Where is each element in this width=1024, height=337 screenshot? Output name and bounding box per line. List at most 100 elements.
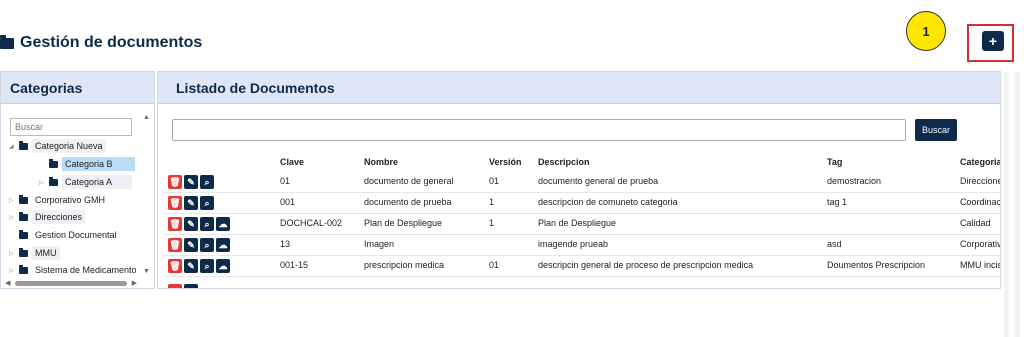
- delete-button[interactable]: 🗑: [168, 175, 182, 189]
- cell-nombre: documento de prueba: [364, 197, 452, 207]
- cell-descripcion: Plan de Despliegue: [538, 218, 617, 228]
- view-button[interactable]: ⌕: [200, 238, 214, 252]
- cell-categoria: Calidad: [960, 218, 991, 228]
- categories-header: Categorias: [1, 72, 154, 104]
- cell-categoria: Coordinaci: [960, 197, 1001, 207]
- tree-item-categoria-a[interactable]: ▷ Categoria A: [39, 174, 133, 190]
- delete-button[interactable]: 🗑: [168, 259, 182, 273]
- delete-button[interactable]: 🗑: [168, 196, 182, 210]
- add-document-button[interactable]: +: [982, 31, 1004, 51]
- cell-nombre: prescripcion medica: [364, 260, 445, 270]
- cell-tag: tag 1: [827, 197, 848, 207]
- expand-arrow-icon[interactable]: ▷: [9, 267, 19, 274]
- folder-icon: [19, 229, 28, 239]
- tree-item-gestion-documental[interactable]: Gestion Documental: [9, 227, 120, 243]
- cell-clave: 001: [280, 197, 296, 207]
- view-button[interactable]: ⌕: [200, 175, 214, 189]
- expand-arrow-icon[interactable]: ▷: [9, 214, 19, 221]
- cell-version: 01: [489, 260, 500, 270]
- edit-button[interactable]: ✎: [184, 238, 198, 252]
- edit-button[interactable]: ✎: [184, 217, 198, 231]
- row-actions: [168, 284, 198, 288]
- edit-button[interactable]: ✎: [184, 175, 198, 189]
- tree-item-sistema-de-medicamento[interactable]: ▷ Sistema de Medicamento: [9, 262, 140, 278]
- cell-categoria: Corporativ: [960, 239, 1001, 249]
- cell-version: 01: [489, 176, 500, 186]
- table-row[interactable]: 🗑 ✎ ⌕ 01 documento de general 01 documento gen…: [158, 172, 1001, 192]
- folder-icon: [19, 264, 28, 274]
- folder-icon: [19, 140, 28, 150]
- tree-item-categoria-nueva[interactable]: ◢ Categoria Nueva: [9, 138, 106, 154]
- expand-arrow-icon[interactable]: ▷: [9, 197, 19, 204]
- row-divider: [164, 276, 1000, 277]
- cell-categoria: Direccione: [960, 176, 1001, 186]
- cell-descripcion: descripcin general de proceso de prescri…: [538, 260, 754, 270]
- table-row[interactable]: 🗑 ✎ ⌕ ☁ DOCHCAL-002 Plan de Despliegue 1 Plan d…: [158, 214, 1000, 234]
- folder-icon: [19, 211, 28, 221]
- expand-arrow-icon[interactable]: ◢: [9, 143, 19, 150]
- cell-descripcion: descripcion de comuneto categoria: [538, 197, 678, 207]
- folder-icon: [0, 34, 14, 49]
- expand-arrow-icon[interactable]: ▷: [9, 250, 19, 257]
- folder-icon: [49, 158, 58, 168]
- tree-vertical-scrollbar[interactable]: ▲ ▼: [142, 112, 152, 277]
- row-actions: 🗑 ✎ ⌕: [168, 196, 214, 210]
- documents-panel: Listado de Documentos Buscar Clave Nombr…: [157, 71, 1001, 289]
- cell-tag: Doumentos Prescripcion: [827, 260, 926, 270]
- search-button[interactable]: Buscar: [915, 119, 957, 141]
- row-actions: 🗑 ✎ ⌕ ☁: [168, 217, 230, 231]
- row-actions: 🗑 ✎ ⌕ ☁: [168, 259, 230, 273]
- cell-categoria: MMU incis: [960, 260, 1001, 270]
- page-vertical-scrollbar[interactable]: [1004, 72, 1020, 337]
- edit-button[interactable]: [184, 284, 198, 288]
- cell-clave: 001-15: [280, 260, 309, 270]
- tree-item-mmu[interactable]: ▷ MMU: [9, 245, 60, 261]
- upload-button[interactable]: ☁: [216, 259, 230, 273]
- view-button[interactable]: ⌕: [200, 196, 214, 210]
- column-header-version[interactable]: Versión: [489, 157, 522, 167]
- view-button[interactable]: ⌕: [200, 259, 214, 273]
- folder-icon: [19, 247, 28, 257]
- upload-button[interactable]: ☁: [216, 238, 230, 252]
- tree-item-corporativo-gmh[interactable]: ▷ Corporativo GMH: [9, 192, 108, 208]
- cell-version: 1: [489, 197, 495, 207]
- column-header-nombre[interactable]: Nombre: [364, 157, 398, 167]
- delete-button[interactable]: [168, 284, 182, 288]
- cell-descripcion: imagende prueab: [538, 239, 609, 249]
- cell-clave: DOCHCAL-002: [280, 218, 343, 228]
- table-row[interactable]: 🗑 ✎ ⌕ ☁ 13 Imagen imagende prueab asd Corporativ: [158, 235, 1001, 255]
- upload-button[interactable]: ☁: [216, 217, 230, 231]
- page-header: Gestión de documentos: [0, 30, 202, 56]
- cell-nombre: Imagen: [364, 239, 395, 249]
- categories-panel: Categorias ▲▼ ◢ Categoria Nueva Categori…: [0, 71, 155, 289]
- cell-clave: 01: [280, 176, 291, 186]
- cell-version: 1: [489, 218, 495, 228]
- cell-clave: 13: [280, 239, 291, 249]
- cell-tag: demostracion: [827, 176, 882, 186]
- tree-item-direcciones[interactable]: ▷ Direcciones: [9, 209, 86, 225]
- column-header-tag[interactable]: Tag: [827, 157, 842, 167]
- cell-nombre: documento de general: [364, 176, 454, 186]
- delete-button[interactable]: 🗑: [168, 238, 182, 252]
- step-badge: 1: [906, 11, 946, 51]
- edit-button[interactable]: ✎: [184, 259, 198, 273]
- folder-icon: [49, 176, 58, 186]
- row-actions: 🗑 ✎ ⌕: [168, 175, 214, 189]
- cell-descripcion: documento general de prueba: [538, 176, 659, 186]
- table-row[interactable]: 🗑 ✎ ⌕ ☁ 001-15 prescripcion medica 01 descripci…: [158, 256, 1001, 276]
- view-button[interactable]: ⌕: [200, 217, 214, 231]
- tree-horizontal-scrollbar[interactable]: ◀ ▶: [5, 279, 139, 288]
- expand-arrow-icon[interactable]: ▷: [39, 179, 49, 186]
- table-row[interactable]: 🗑 ✎ ⌕ 001 documento de prueba 1 descripcion de…: [158, 193, 1001, 213]
- cell-tag: asd: [827, 239, 842, 249]
- documents-search-input[interactable]: [172, 119, 906, 141]
- edit-button[interactable]: ✎: [184, 196, 198, 210]
- delete-button[interactable]: 🗑: [168, 217, 182, 231]
- column-header-categoria[interactable]: Categoria: [960, 157, 1000, 167]
- categories-search-input[interactable]: [10, 118, 132, 136]
- page-title: Gestión de documentos: [20, 34, 203, 51]
- column-header-clave[interactable]: Clave: [280, 157, 304, 167]
- folder-icon: [19, 194, 28, 204]
- tree-item-categoria-b[interactable]: Categoria B: [39, 156, 135, 172]
- column-header-descripcion[interactable]: Descripcion: [538, 157, 590, 167]
